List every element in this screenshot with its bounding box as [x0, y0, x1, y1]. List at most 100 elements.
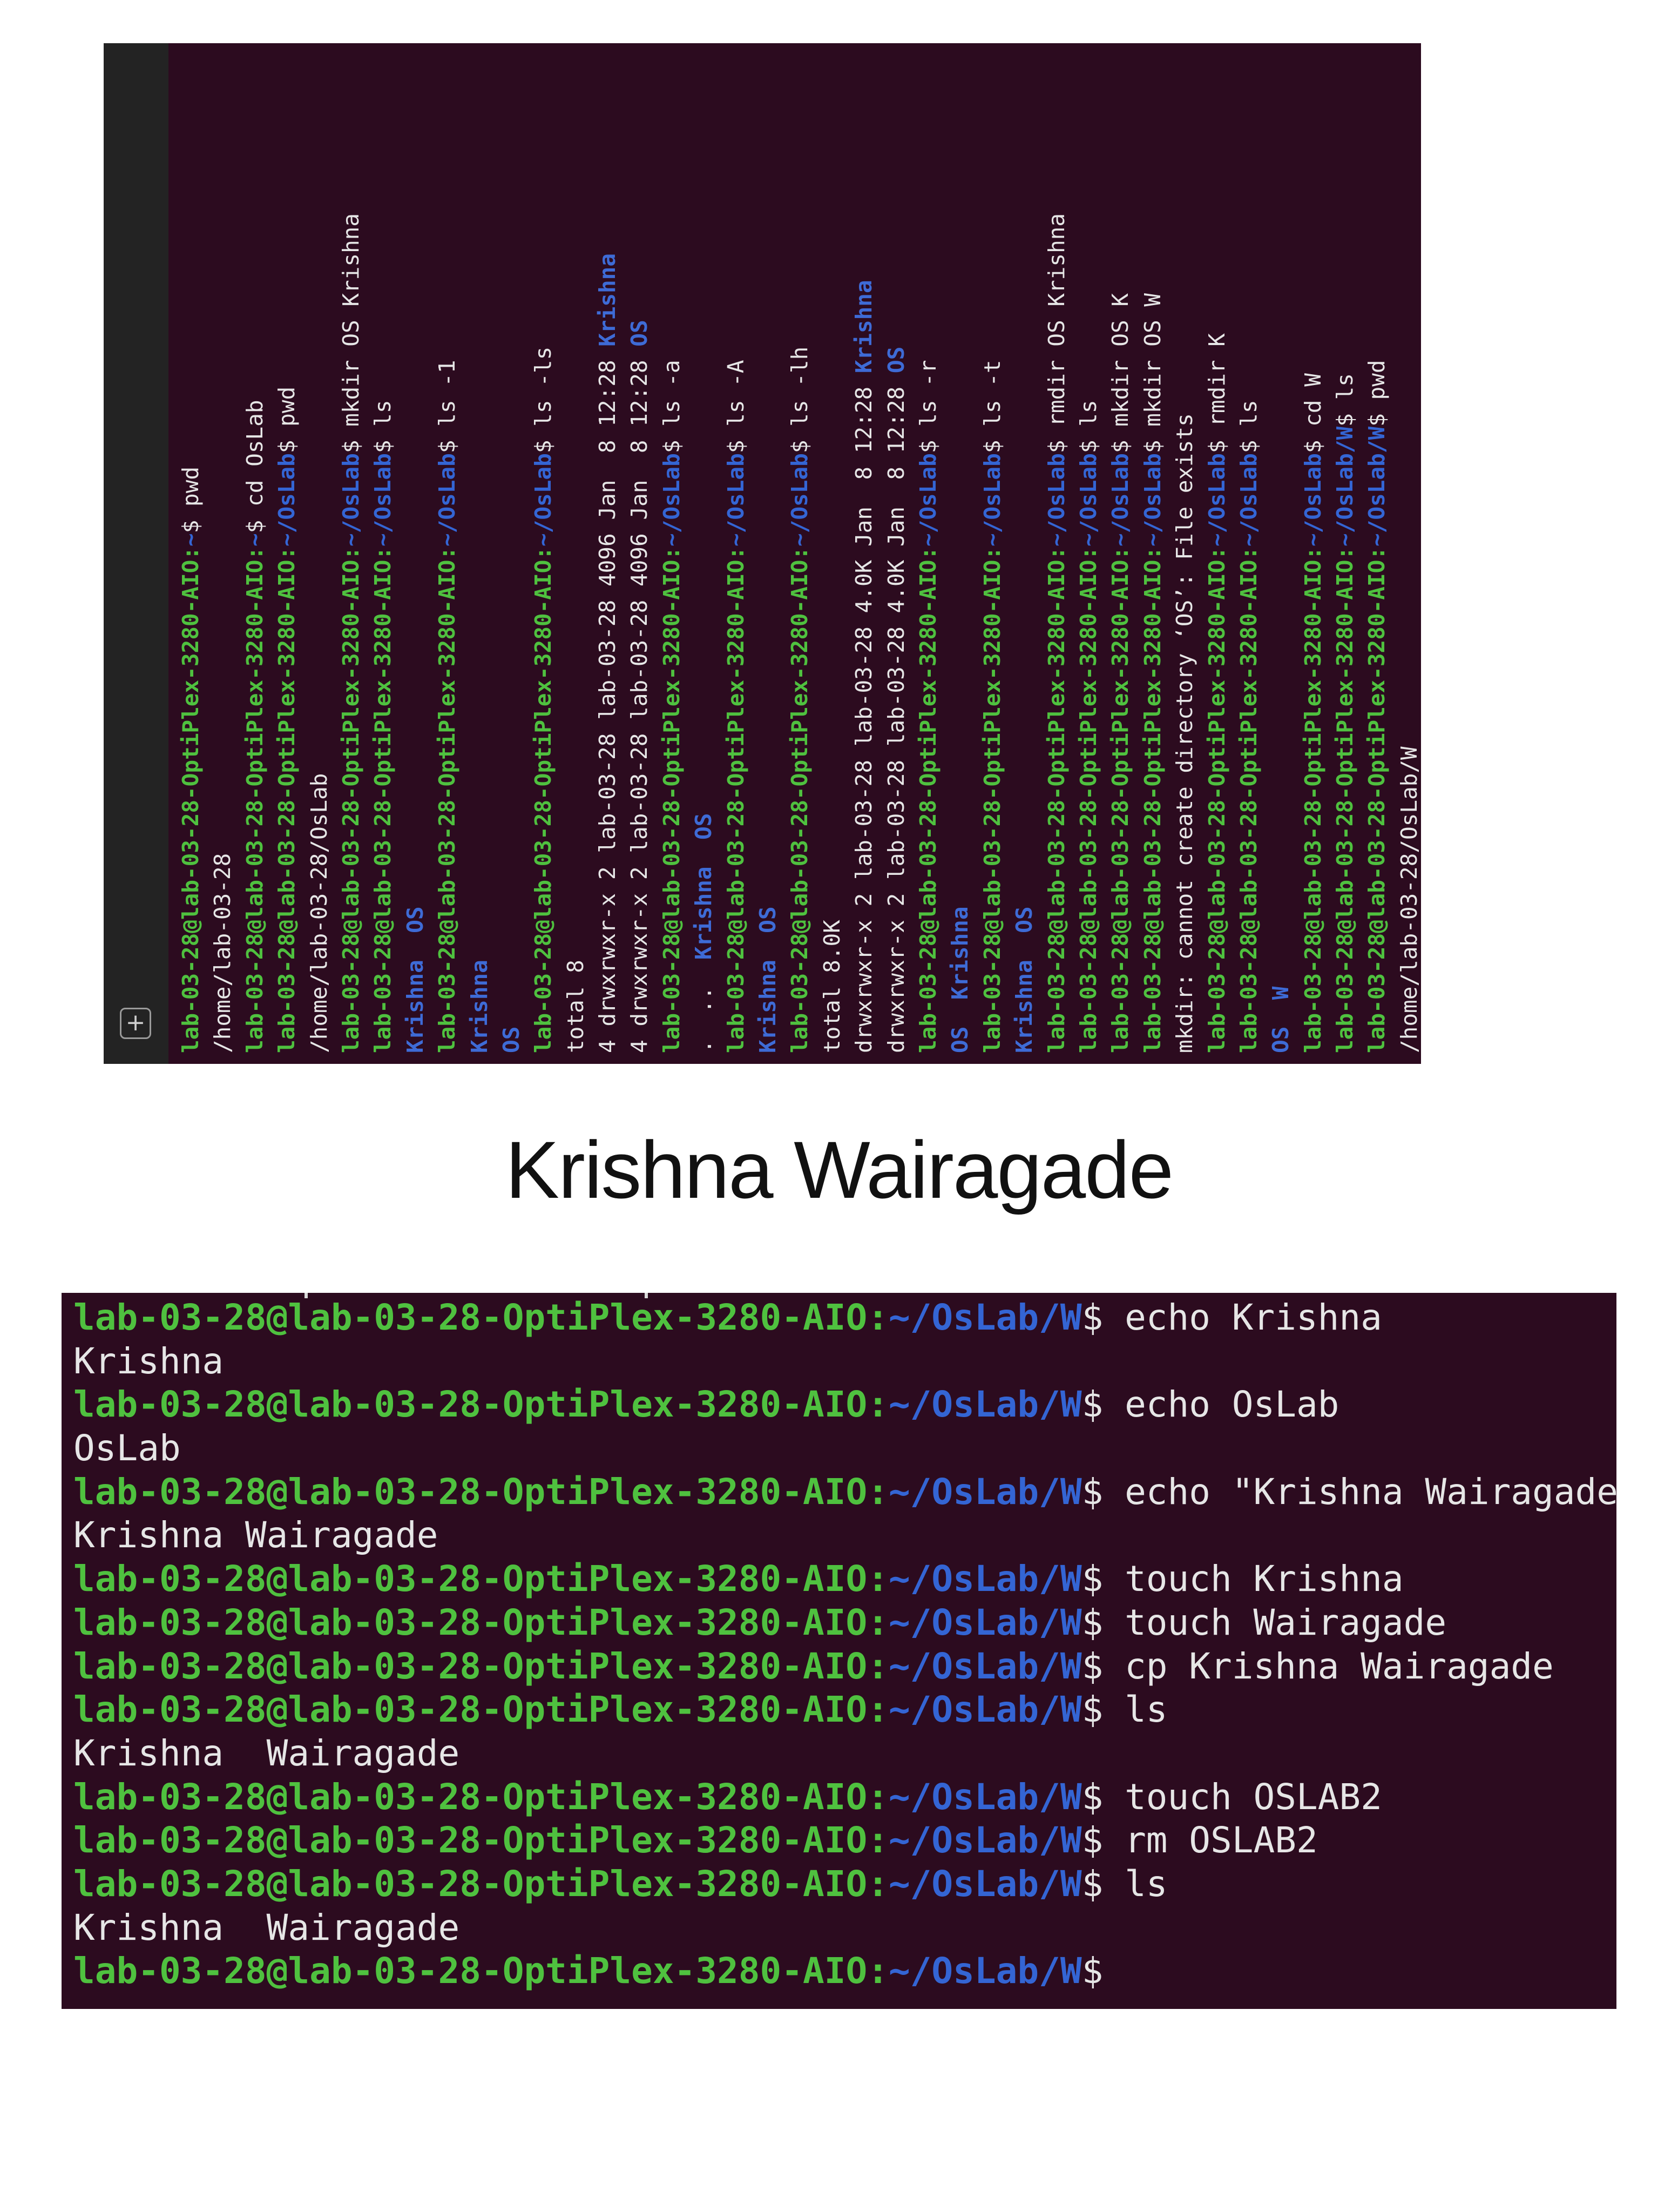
terminal-line: mkdir: cannot create directory ‘OS’: Fil…: [1169, 54, 1201, 1053]
terminal-line: 4 drwxrwxr-x 2 lab-03-28 lab-03-28 4096 …: [592, 54, 624, 1053]
prompt-user: lab-03-28@lab-03-28-OptiPlex-3280-AIO:: [434, 547, 461, 1053]
terminal-line: lab-03-28@lab-03-28-OptiPlex-3280-AIO:~/…: [1041, 54, 1073, 1053]
prompt-path: ~/OsLab: [434, 453, 461, 547]
terminal-line: drwxrwxr-x 2 lab-03-28 lab-03-28 4.0K Ja…: [848, 54, 880, 1053]
directory-name: OS: [1268, 1026, 1294, 1053]
new-tab-icon[interactable]: +: [120, 1008, 151, 1039]
top-terminal-screenshot: + lab-03-28@lab-03-28-OptiPlex-3280-AIO:…: [104, 43, 1421, 1064]
prompt-user: lab-03-28@lab-03-28-OptiPlex-3280-AIO:: [73, 1689, 889, 1731]
terminal-line: lab-03-28@lab-03-28-OptiPlex-3280-AIO:~/…: [784, 54, 816, 1053]
terminal-line: lab-03-28@lab-03-28-OptiPlex-3280-AIO:~/…: [73, 1296, 1616, 1340]
prompt-symbol: $: [178, 506, 204, 534]
terminal-line: lab-03-28@lab-03-28-OptiPlex-3280-AIO:~/…: [73, 1819, 1616, 1863]
prompt-path: ~/OsLab/W: [888, 1297, 1082, 1338]
terminal-line: OS Krishna: [944, 54, 976, 1053]
command-text: ls -ls: [530, 346, 557, 427]
command-text: ls -a: [658, 360, 685, 427]
directory-name: Krishna: [1011, 960, 1038, 1053]
prompt-user: lab-03-28@lab-03-28-OptiPlex-3280-AIO:: [1107, 547, 1134, 1053]
terminal-line: Krishna Wairagade: [73, 1514, 1616, 1557]
directory-name: OS: [691, 813, 717, 840]
terminal-line: lab-03-28@lab-03-28-OptiPlex-3280-AIO:~/…: [73, 1645, 1616, 1689]
directory-name: Krishna: [691, 866, 717, 960]
terminal-line: lab-03-28@lab-03-28-OptiPlex-3280-AIO:~/…: [1073, 54, 1105, 1053]
prompt-user: lab-03-28@lab-03-28-OptiPlex-3280-AIO:: [178, 547, 204, 1053]
directory-name: Krishna: [466, 960, 492, 1053]
command-text: ls: [1125, 1863, 1168, 1905]
directory-name: OS: [498, 1026, 524, 1053]
terminal-line: lab-03-28@lab-03-28-OptiPlex-3280-AIO:~/…: [656, 54, 688, 1053]
terminal-line: lab-03-28@lab-03-28-OptiPlex-3280-AIO:~/…: [73, 1950, 1616, 1993]
terminal-line: lab-03-28@lab-03-28-OptiPlex-3280-AIO:~/…: [977, 54, 1009, 1053]
directory-name: Krishna: [851, 280, 877, 374]
prompt-path: ~/OsLab/W: [888, 1776, 1082, 1818]
terminal-line: lab-03-28@lab-03-28-OptiPlex-3280-AIO:~/…: [73, 1863, 1616, 1906]
terminal-line: lab-03-28@lab-03-28-OptiPlex-3280-AIO:~/…: [527, 54, 559, 1053]
terminal-line: lab-03-28@lab-03-28-OptiPlex-3280-AIO:~/…: [73, 1776, 1616, 1819]
output-text: Krishna Wairagade: [73, 1514, 438, 1556]
prompt-symbol: $: [658, 426, 685, 454]
output-text: /home/lab-03-28: [209, 853, 236, 1053]
command-text: ls: [1075, 400, 1101, 427]
terminal-line: lab-03-28@lab-03-28-OptiPlex-3280-AIO:~/…: [335, 54, 367, 1053]
prompt-path: ~: [241, 533, 268, 547]
top-terminal-window[interactable]: lab-03-28@lab-03-28-OptiPlex-3280-AIO:~$…: [170, 43, 1421, 1064]
directory-name: OS: [626, 320, 653, 347]
prompt-path: ~/OsLab: [1043, 453, 1070, 547]
directory-name: OS: [755, 906, 781, 933]
terminal-line: OS: [496, 54, 527, 1053]
author-caption: Krishna Wairagade: [505, 1124, 1174, 1215]
directory-name: Krishna: [947, 906, 973, 1000]
output-text: /home/lab-03-28/OsLab: [306, 773, 332, 1053]
prompt-path: ~/OsLab: [1203, 453, 1230, 547]
prompt-path: ~/OsLab/W: [888, 1863, 1082, 1905]
terminal-line: Krishna OS: [752, 54, 784, 1053]
command-text: ls -1: [434, 360, 461, 427]
output-text: Krishna Wairagade: [73, 1732, 460, 1774]
prompt-symbol: $: [1075, 426, 1101, 454]
terminal-line: lab-03-28@lab-03-28-OptiPlex-3280-AIO:~/…: [912, 54, 944, 1053]
output-text: drwxrwxr-x 2 lab-03-28 lab-03-28 4.0K Ja…: [883, 373, 909, 1053]
terminal-line: lab-03-28@lab-03-28-OptiPlex-3280-AIO:~/…: [1233, 54, 1265, 1053]
terminal-line: lab-03-28@lab-03-28-OptiPlex-3280-AIO:~/…: [73, 1383, 1616, 1427]
terminal-line: Krishna Wairagade: [73, 1906, 1616, 1950]
command-text: rmdir K: [1203, 333, 1230, 427]
directory-name: OS: [947, 1026, 973, 1053]
separator: [1011, 933, 1037, 960]
prompt-symbol: $: [370, 426, 396, 454]
command-text: ls: [1332, 373, 1358, 400]
separator: [1268, 1000, 1294, 1026]
command-text: echo OsLab: [1125, 1384, 1339, 1426]
terminal-line: . .. Krishna OS: [688, 54, 720, 1053]
prompt-symbol: $: [1300, 426, 1326, 454]
terminal-line: lab-03-28@lab-03-28-OptiPlex-3280-AIO:~/…: [73, 1557, 1616, 1601]
bottom-terminal-screenshot[interactable]: lab-03-28@lab-03-28-OptiPlex-3280-AIO:~/…: [62, 1293, 1616, 2009]
prompt-path: ~: [178, 533, 204, 547]
prompt-user: lab-03-28@lab-03-28-OptiPlex-3280-AIO:: [73, 1863, 889, 1905]
terminal-line: OsLab: [73, 1427, 1616, 1471]
command-text: ls -t: [979, 360, 1005, 427]
prompt-path: ~/OsLab/W: [888, 1558, 1082, 1600]
prompt-user: lab-03-28@lab-03-28-OptiPlex-3280-AIO:: [73, 1819, 889, 1862]
prompt-user: lab-03-28@lab-03-28-OptiPlex-3280-AIO:: [1364, 547, 1390, 1053]
prompt-symbol: $: [1081, 1601, 1125, 1643]
prompt-symbol: $: [915, 426, 941, 454]
prompt-path: ~/OsLab: [979, 453, 1005, 547]
prompt-symbol: $: [1081, 1645, 1125, 1687]
prompt-user: lab-03-28@lab-03-28-OptiPlex-3280-AIO:: [274, 547, 300, 1053]
prompt-path: ~/OsLab/W: [888, 1819, 1082, 1862]
terminal-line: total 8.0K: [816, 54, 848, 1053]
prompt-symbol: $: [1081, 1384, 1125, 1426]
output-text: OsLab: [73, 1427, 181, 1469]
prompt-symbol: $: [1081, 1471, 1125, 1513]
prompt-symbol: $: [530, 426, 557, 454]
prompt-user: lab-03-28@lab-03-28-OptiPlex-3280-AIO:: [73, 1776, 889, 1818]
prompt-symbol: $: [1081, 1689, 1125, 1731]
prompt-symbol: $: [1081, 1819, 1125, 1862]
prompt-symbol: $: [722, 426, 749, 454]
prompt-user: lab-03-28@lab-03-28-OptiPlex-3280-AIO:: [722, 547, 749, 1053]
prompt-user: lab-03-28@lab-03-28-OptiPlex-3280-AIO:: [530, 547, 557, 1053]
prompt-user: lab-03-28@lab-03-28-OptiPlex-3280-AIO:: [73, 1950, 889, 1992]
output-text: total 8.0K: [818, 920, 845, 1053]
terminal-line: lab-03-28@lab-03-28-OptiPlex-3280-AIO:~/…: [1361, 54, 1393, 1053]
